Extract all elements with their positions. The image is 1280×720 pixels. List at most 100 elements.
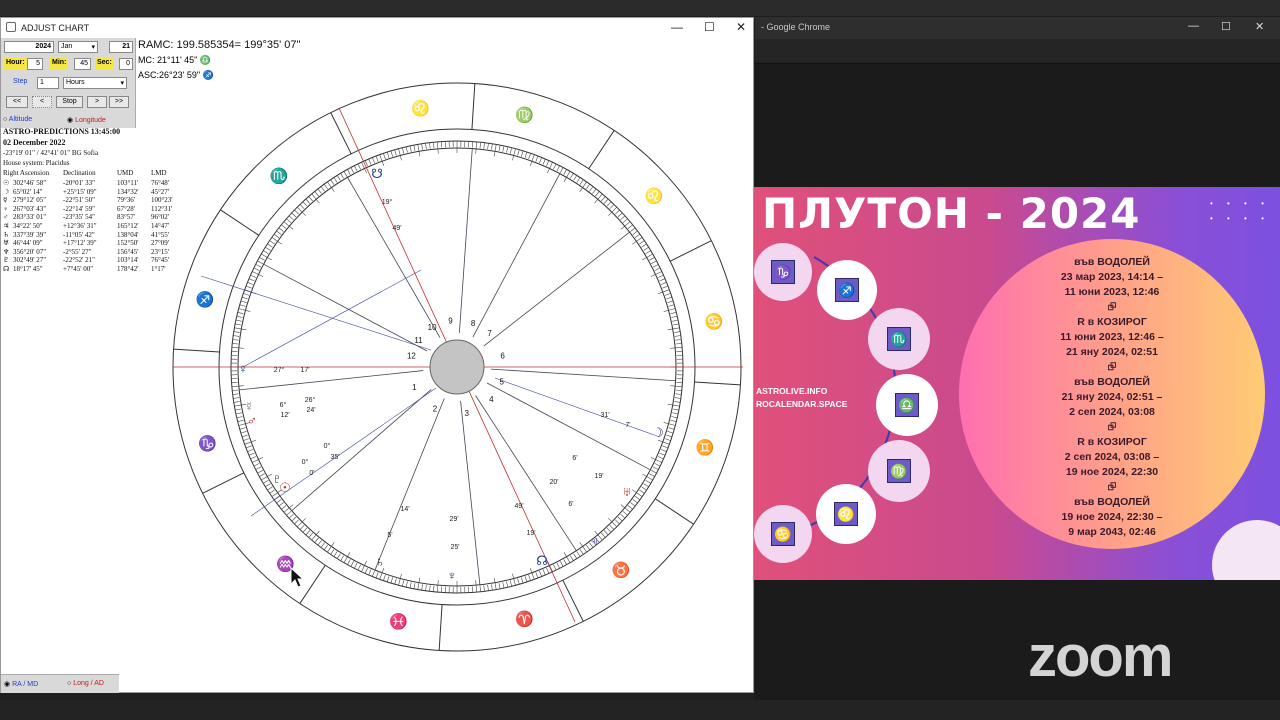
- zodiac-sign-icon: ♑: [198, 434, 217, 452]
- pluto-date-line: 11 юни 2023, 12:46: [1064, 286, 1160, 298]
- house-number: 1: [412, 383, 417, 392]
- sign-boundary: [562, 579, 584, 622]
- planet-degree: 20': [549, 479, 558, 486]
- chrome-title: - Google Chrome: [761, 22, 831, 32]
- house-cusp: [490, 368, 676, 382]
- zodiac-circle: ♑: [754, 243, 812, 301]
- zodiac-circle: ♍: [868, 440, 930, 502]
- zodiac-sign-icon: ♎: [895, 393, 919, 417]
- table-cell: 134°32': [117, 187, 139, 196]
- planet-glyph-icon: ☊: [536, 553, 548, 568]
- planet-glyph-icon: ☉: [279, 480, 291, 495]
- planet-degree: 27°: [274, 366, 285, 374]
- chrome-maximize-button[interactable]: ☐: [1221, 20, 1231, 33]
- table-cell: 152°50': [117, 239, 139, 248]
- planet-degree: 49': [514, 503, 523, 510]
- table-cell: 103°14': [117, 256, 139, 265]
- planet-glyph-icon: ♀: [3, 204, 9, 213]
- zodiac-sign-icon: ♉: [612, 561, 631, 579]
- table-cell: 45°27': [151, 187, 170, 196]
- planet-degree: 0°: [324, 442, 331, 450]
- zodiac-sign-icon: ♋: [705, 313, 724, 331]
- planet-degree: 19°: [382, 198, 393, 206]
- house-number: 12: [407, 352, 416, 361]
- zodiac-sign-icon: ♓: [389, 612, 408, 630]
- table-cell: 23°15': [151, 247, 170, 256]
- pluto-date-line: ⮺: [1107, 481, 1117, 493]
- table-cell: 337°39' 39": [13, 230, 47, 239]
- planet-glyph-icon: ☋: [371, 166, 383, 181]
- house-number: 11: [414, 336, 423, 345]
- sign-boundary: [173, 348, 220, 353]
- house-number: 7: [487, 329, 492, 338]
- chrome-minimize-button[interactable]: —: [1188, 20, 1199, 32]
- planet-glyph-icon: ☽: [3, 187, 10, 196]
- table-cell: 67°28': [117, 204, 136, 213]
- sign-boundary: [669, 240, 712, 262]
- planet-minute: 35': [330, 454, 339, 461]
- planet-minute: 7': [625, 422, 630, 429]
- planet-minute: 5': [387, 532, 392, 539]
- zodiac-sign-icon: ♍: [887, 459, 911, 483]
- sign-boundary: [694, 381, 741, 386]
- table-cell: 302°46' 58": [13, 179, 47, 187]
- house-number: 10: [428, 323, 437, 332]
- table-cell: -22°51' 50": [63, 196, 95, 205]
- zodiac-circle: ♐: [817, 260, 877, 320]
- table-cell: -22°52' 21": [63, 256, 95, 265]
- planet-minute: 17': [300, 367, 309, 374]
- zodiac-sign-icon: ♍: [515, 106, 534, 124]
- zodiac-circle: ♎: [876, 374, 938, 436]
- planet-degree: 0°: [302, 458, 309, 466]
- radio-longad[interactable]: ○ Long / AD: [67, 680, 104, 687]
- planet-glyph-icon: ♄: [375, 554, 385, 569]
- zodiac-sign-icon: ♌: [834, 502, 858, 526]
- zodiac-sign-icon: ♊: [696, 439, 715, 457]
- zodiac-sign-icon: ♑: [771, 260, 795, 284]
- planet-glyph-icon: ♄: [3, 230, 10, 239]
- planet-glyph-icon: ♃: [589, 533, 599, 548]
- house-cusp: [347, 177, 441, 338]
- planet-minute: 24': [306, 407, 315, 414]
- table-cell: 18°17' 45": [13, 265, 43, 273]
- pluto-date-line: R в КОЗИРОГ: [1077, 436, 1147, 448]
- planet-ray: [200, 275, 432, 351]
- chrome-close-button[interactable]: ✕: [1255, 20, 1264, 33]
- planet-minute: 19': [594, 473, 603, 480]
- house-cusp: [483, 231, 630, 347]
- center-circle: [429, 339, 485, 395]
- radio-longad-label: Long / AD: [73, 680, 104, 687]
- pluto-date-line: 21 яну 2024, 02:51: [1066, 346, 1158, 358]
- planet-minute: 6': [568, 501, 573, 508]
- zodiac-circle: ♋: [754, 505, 812, 563]
- house-cusp: [374, 398, 445, 571]
- table-cell: 1°17': [151, 265, 166, 273]
- pluto-date-line: във ВОДОЛЕЙ: [1074, 256, 1150, 268]
- table-cell: 27°09': [151, 239, 170, 248]
- planet-glyph-icon: ☿: [244, 399, 254, 414]
- table-cell: 267°03' 43": [13, 204, 47, 213]
- table-cell: 76°48': [151, 179, 170, 187]
- table-cell: 178°42': [117, 265, 139, 273]
- house-cusp: [458, 148, 473, 334]
- sign-boundary: [330, 112, 352, 155]
- table-cell: 83°57': [117, 213, 136, 222]
- house-number: 8: [471, 319, 476, 328]
- pluto-date-line: 19 ное 2024, 22:30 –: [1061, 511, 1163, 523]
- planet-glyph-icon: ♅: [622, 484, 632, 499]
- house-number: 5: [499, 378, 504, 387]
- table-cell: 302°49' 27": [13, 256, 47, 265]
- radio-ramd[interactable]: ◉ RA / MD: [4, 680, 38, 688]
- pluto-date-line: във ВОДОЛЕЙ: [1074, 376, 1150, 388]
- adjust-chart-window: ADJUST CHART — ☐ ✕ 2024 Jan ▾ 21 Hour: 5 …: [0, 17, 754, 693]
- zodiac-sign-icon: ♈: [515, 610, 534, 628]
- sign-boundary: [588, 130, 615, 170]
- planet-glyph-icon: ♆: [447, 568, 457, 583]
- table-cell: -22°14' 59": [63, 204, 95, 213]
- planet-glyph-icon: ☉: [3, 179, 10, 187]
- table-header: Declination: [63, 169, 96, 177]
- table-cell: 96°02': [151, 213, 170, 222]
- house-number: 3: [465, 409, 470, 418]
- zodiac-sign-icon: ♐: [835, 278, 859, 302]
- planet-minute: 25': [450, 544, 459, 551]
